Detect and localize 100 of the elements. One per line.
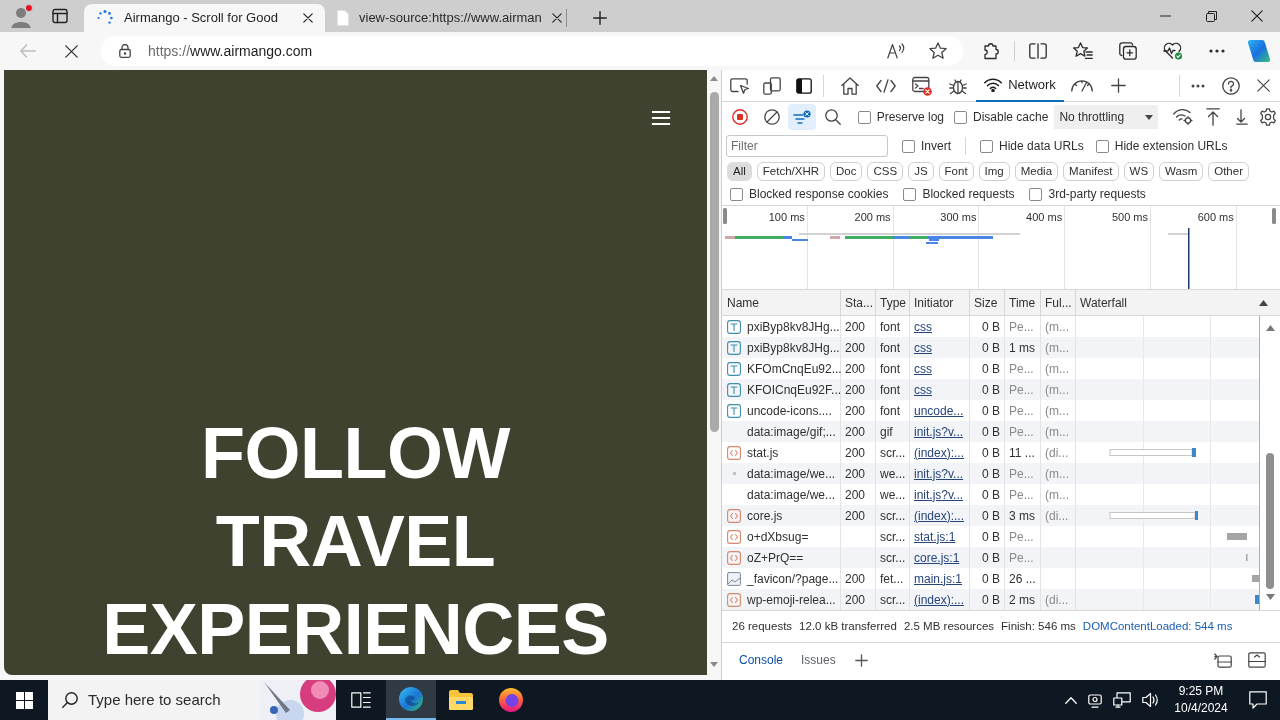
checkbox[interactable] xyxy=(1095,139,1109,153)
type-filter-chip[interactable]: Media xyxy=(1014,162,1059,181)
request-row[interactable]: data:image/we... 200 we... init.js?v... 0 B Pe... (m... xyxy=(722,463,1259,484)
type-filter-chip[interactable]: All xyxy=(727,162,752,181)
checkbox[interactable] xyxy=(857,110,871,124)
initiator-link[interactable]: stat.js:1 xyxy=(914,527,956,546)
extensions-icon[interactable] xyxy=(982,42,1000,60)
overview-handle[interactable] xyxy=(1272,208,1276,224)
type-filter-chip[interactable]: Font xyxy=(938,162,974,181)
dock-side-icon[interactable] xyxy=(796,77,812,94)
wifi-icon[interactable] xyxy=(984,77,1003,92)
code-icon[interactable] xyxy=(876,78,896,93)
sort-ascending-icon[interactable] xyxy=(1259,299,1268,306)
type-filter-chip[interactable]: Doc xyxy=(830,162,863,181)
request-row[interactable]: core.js 200 scr... (index):... 0 B 3 ms (di... xyxy=(722,505,1259,526)
gauge-icon[interactable] xyxy=(1071,78,1093,93)
checkbox-label[interactable]: Disable cache xyxy=(973,108,1049,126)
type-filter-chip[interactable]: Fetch/XHR xyxy=(756,162,826,181)
device-toolbar-icon[interactable] xyxy=(763,76,781,95)
search-icon[interactable] xyxy=(824,109,841,125)
checkbox-label[interactable]: Blocked response cookies xyxy=(749,185,889,203)
throttling-select[interactable]: No throttling xyxy=(1054,105,1159,129)
checkbox-label[interactable]: Blocked requests xyxy=(922,185,1015,203)
initiator-link[interactable]: init.js?v... xyxy=(914,422,964,441)
column-header[interactable]: Waterfall xyxy=(1080,293,1259,312)
initiator-link[interactable]: css xyxy=(914,317,932,336)
checkbox[interactable] xyxy=(980,139,993,153)
checkbox[interactable] xyxy=(903,187,917,201)
initiator-link[interactable]: uncode... xyxy=(914,401,964,420)
more-icon[interactable] xyxy=(1209,49,1225,53)
column-header[interactable]: Time xyxy=(1009,293,1036,312)
favorite-star-icon[interactable] xyxy=(929,42,947,60)
checkbox-label[interactable]: Hide data URLs xyxy=(999,137,1084,155)
checkbox-label[interactable]: Hide extension URLs xyxy=(1114,137,1228,155)
column-header[interactable]: Type xyxy=(880,293,906,312)
overview-handle[interactable] xyxy=(723,208,727,224)
taskbar-search-field[interactable]: Type here to search xyxy=(48,680,336,720)
type-filter-chip[interactable]: Wasm xyxy=(1159,162,1204,181)
column-header[interactable]: Size xyxy=(974,293,998,312)
request-row[interactable]: wp-emoji-relea... 200 scr... (index):... 0 B 2 ms (di... xyxy=(722,589,1259,610)
filter-input[interactable]: Filter xyxy=(726,135,888,157)
close-tab-icon[interactable] xyxy=(303,13,313,23)
add-panel-icon[interactable] xyxy=(1110,78,1126,93)
network-icon[interactable] xyxy=(1113,692,1131,708)
filter-toggle-button[interactable] xyxy=(787,104,816,130)
webcam-icon[interactable] xyxy=(1088,692,1102,708)
scrollbar-thumb[interactable] xyxy=(709,92,719,432)
copilot-icon[interactable] xyxy=(1247,39,1271,63)
restore-icon[interactable] xyxy=(1205,10,1217,22)
close-devtools-icon[interactable] xyxy=(1256,79,1270,92)
split-screen-icon[interactable] xyxy=(1029,43,1047,59)
scrollbar-thumb[interactable] xyxy=(1266,453,1274,589)
scroll-down-icon[interactable] xyxy=(710,662,718,667)
initiator-link[interactable]: (index):... xyxy=(914,590,964,609)
notification-icon[interactable] xyxy=(1249,691,1267,709)
taskbar-clock[interactable]: 9:25 PM 10/4/2024 xyxy=(1166,680,1236,720)
initiator-link[interactable]: css xyxy=(914,338,932,357)
profile-avatar-icon[interactable] xyxy=(10,4,34,28)
column-header[interactable]: Initiator xyxy=(914,293,954,312)
column-header[interactable]: Sta... xyxy=(845,293,873,312)
initiator-link[interactable]: init.js?v... xyxy=(914,464,964,483)
heart-pulse-icon[interactable] xyxy=(1163,42,1183,60)
address-field[interactable]: https://www.airmango.com xyxy=(101,36,963,66)
filter-icon[interactable] xyxy=(792,110,811,124)
scroll-up-icon[interactable] xyxy=(1265,325,1275,331)
menu-icon[interactable] xyxy=(651,111,671,125)
initiator-link[interactable]: css xyxy=(914,359,932,378)
inspect-element-icon[interactable] xyxy=(730,77,750,94)
type-filter-chip[interactable]: JS xyxy=(908,162,934,181)
initiator-link[interactable]: main.js:1 xyxy=(914,569,963,588)
type-filter-chip[interactable]: Img xyxy=(978,162,1010,181)
checkbox-label[interactable]: 3rd-party requests xyxy=(1048,185,1146,203)
dropdown-caret-icon[interactable] xyxy=(1145,114,1154,120)
home-icon[interactable] xyxy=(841,76,859,95)
initiator-link[interactable]: core.js:1 xyxy=(914,548,960,567)
console-icon[interactable] xyxy=(912,75,932,96)
checkbox[interactable] xyxy=(730,187,743,201)
new-tab-icon[interactable] xyxy=(593,11,607,25)
stop-loading-icon[interactable] xyxy=(64,44,78,58)
type-filter-chip[interactable]: Other xyxy=(1208,162,1249,181)
minimize-icon[interactable] xyxy=(1159,15,1171,17)
request-row[interactable]: data:image/gif;... 200 gif init.js?v... 0 B Pe... (m... xyxy=(722,421,1259,442)
network-conditions-icon[interactable] xyxy=(1173,109,1194,125)
browser-tab[interactable]: Airmango - Scroll for Good xyxy=(84,4,325,32)
move-drawer-icon[interactable] xyxy=(1214,652,1232,668)
tab-actions-icon[interactable] xyxy=(52,8,68,24)
close-window-icon[interactable] xyxy=(1251,10,1263,22)
search-icon[interactable] xyxy=(62,692,78,708)
taskbar-app-button[interactable] xyxy=(386,680,436,720)
request-row[interactable]: oZ+PrQ== scr... core.js:1 0 B Pe... xyxy=(722,547,1259,568)
column-header[interactable]: Name xyxy=(727,293,759,312)
settings-icon[interactable] xyxy=(1259,108,1278,126)
checkbox[interactable] xyxy=(1029,187,1043,201)
favorites-list-icon[interactable] xyxy=(1073,42,1093,60)
chevron-up-icon[interactable] xyxy=(1065,696,1077,704)
request-row[interactable]: KFOICnqEu92F... 200 font css 0 B Pe... (m... xyxy=(722,379,1259,400)
initiator-link[interactable]: init.js?v... xyxy=(914,485,964,504)
add-tab-icon[interactable] xyxy=(854,653,868,667)
request-row[interactable]: pxiByp8kv8JHg... 200 font css 0 B 1 ms (m... xyxy=(722,337,1259,358)
type-filter-chip[interactable]: CSS xyxy=(867,162,904,181)
